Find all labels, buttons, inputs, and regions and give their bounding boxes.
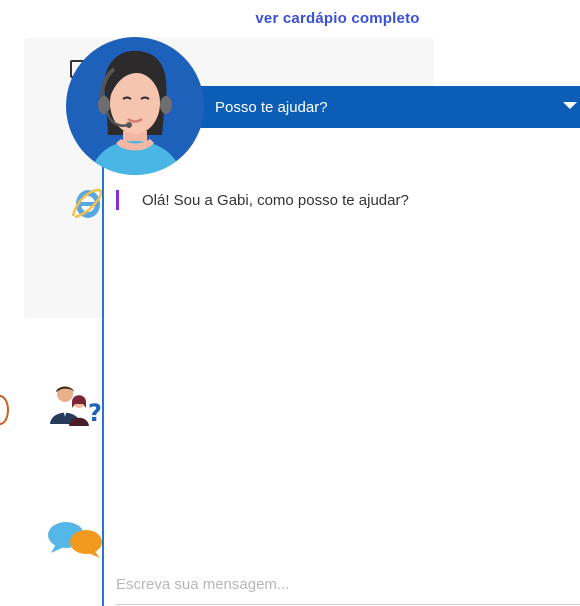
full-menu-link[interactable]: ver cardápio completo xyxy=(0,10,580,27)
message-accent-bar xyxy=(116,190,119,210)
chat-bubbles-icon xyxy=(47,520,105,565)
chat-title: Posso te ajudar? xyxy=(215,99,328,116)
support-people-icon: ? xyxy=(48,384,104,433)
svg-text:?: ? xyxy=(88,399,102,427)
message-input-area xyxy=(116,566,580,605)
message-input[interactable] xyxy=(116,566,580,602)
message-text: Olá! Sou a Gabi, como posso te ajudar? xyxy=(142,192,409,209)
chevron-down-icon[interactable] xyxy=(563,102,577,109)
orange-arc-decoration xyxy=(0,395,9,425)
browser-icon xyxy=(70,184,104,229)
avatar xyxy=(66,37,204,175)
chat-widget: Posso te ajudar? Olá! Sou a Gabi, como p… xyxy=(102,86,580,606)
